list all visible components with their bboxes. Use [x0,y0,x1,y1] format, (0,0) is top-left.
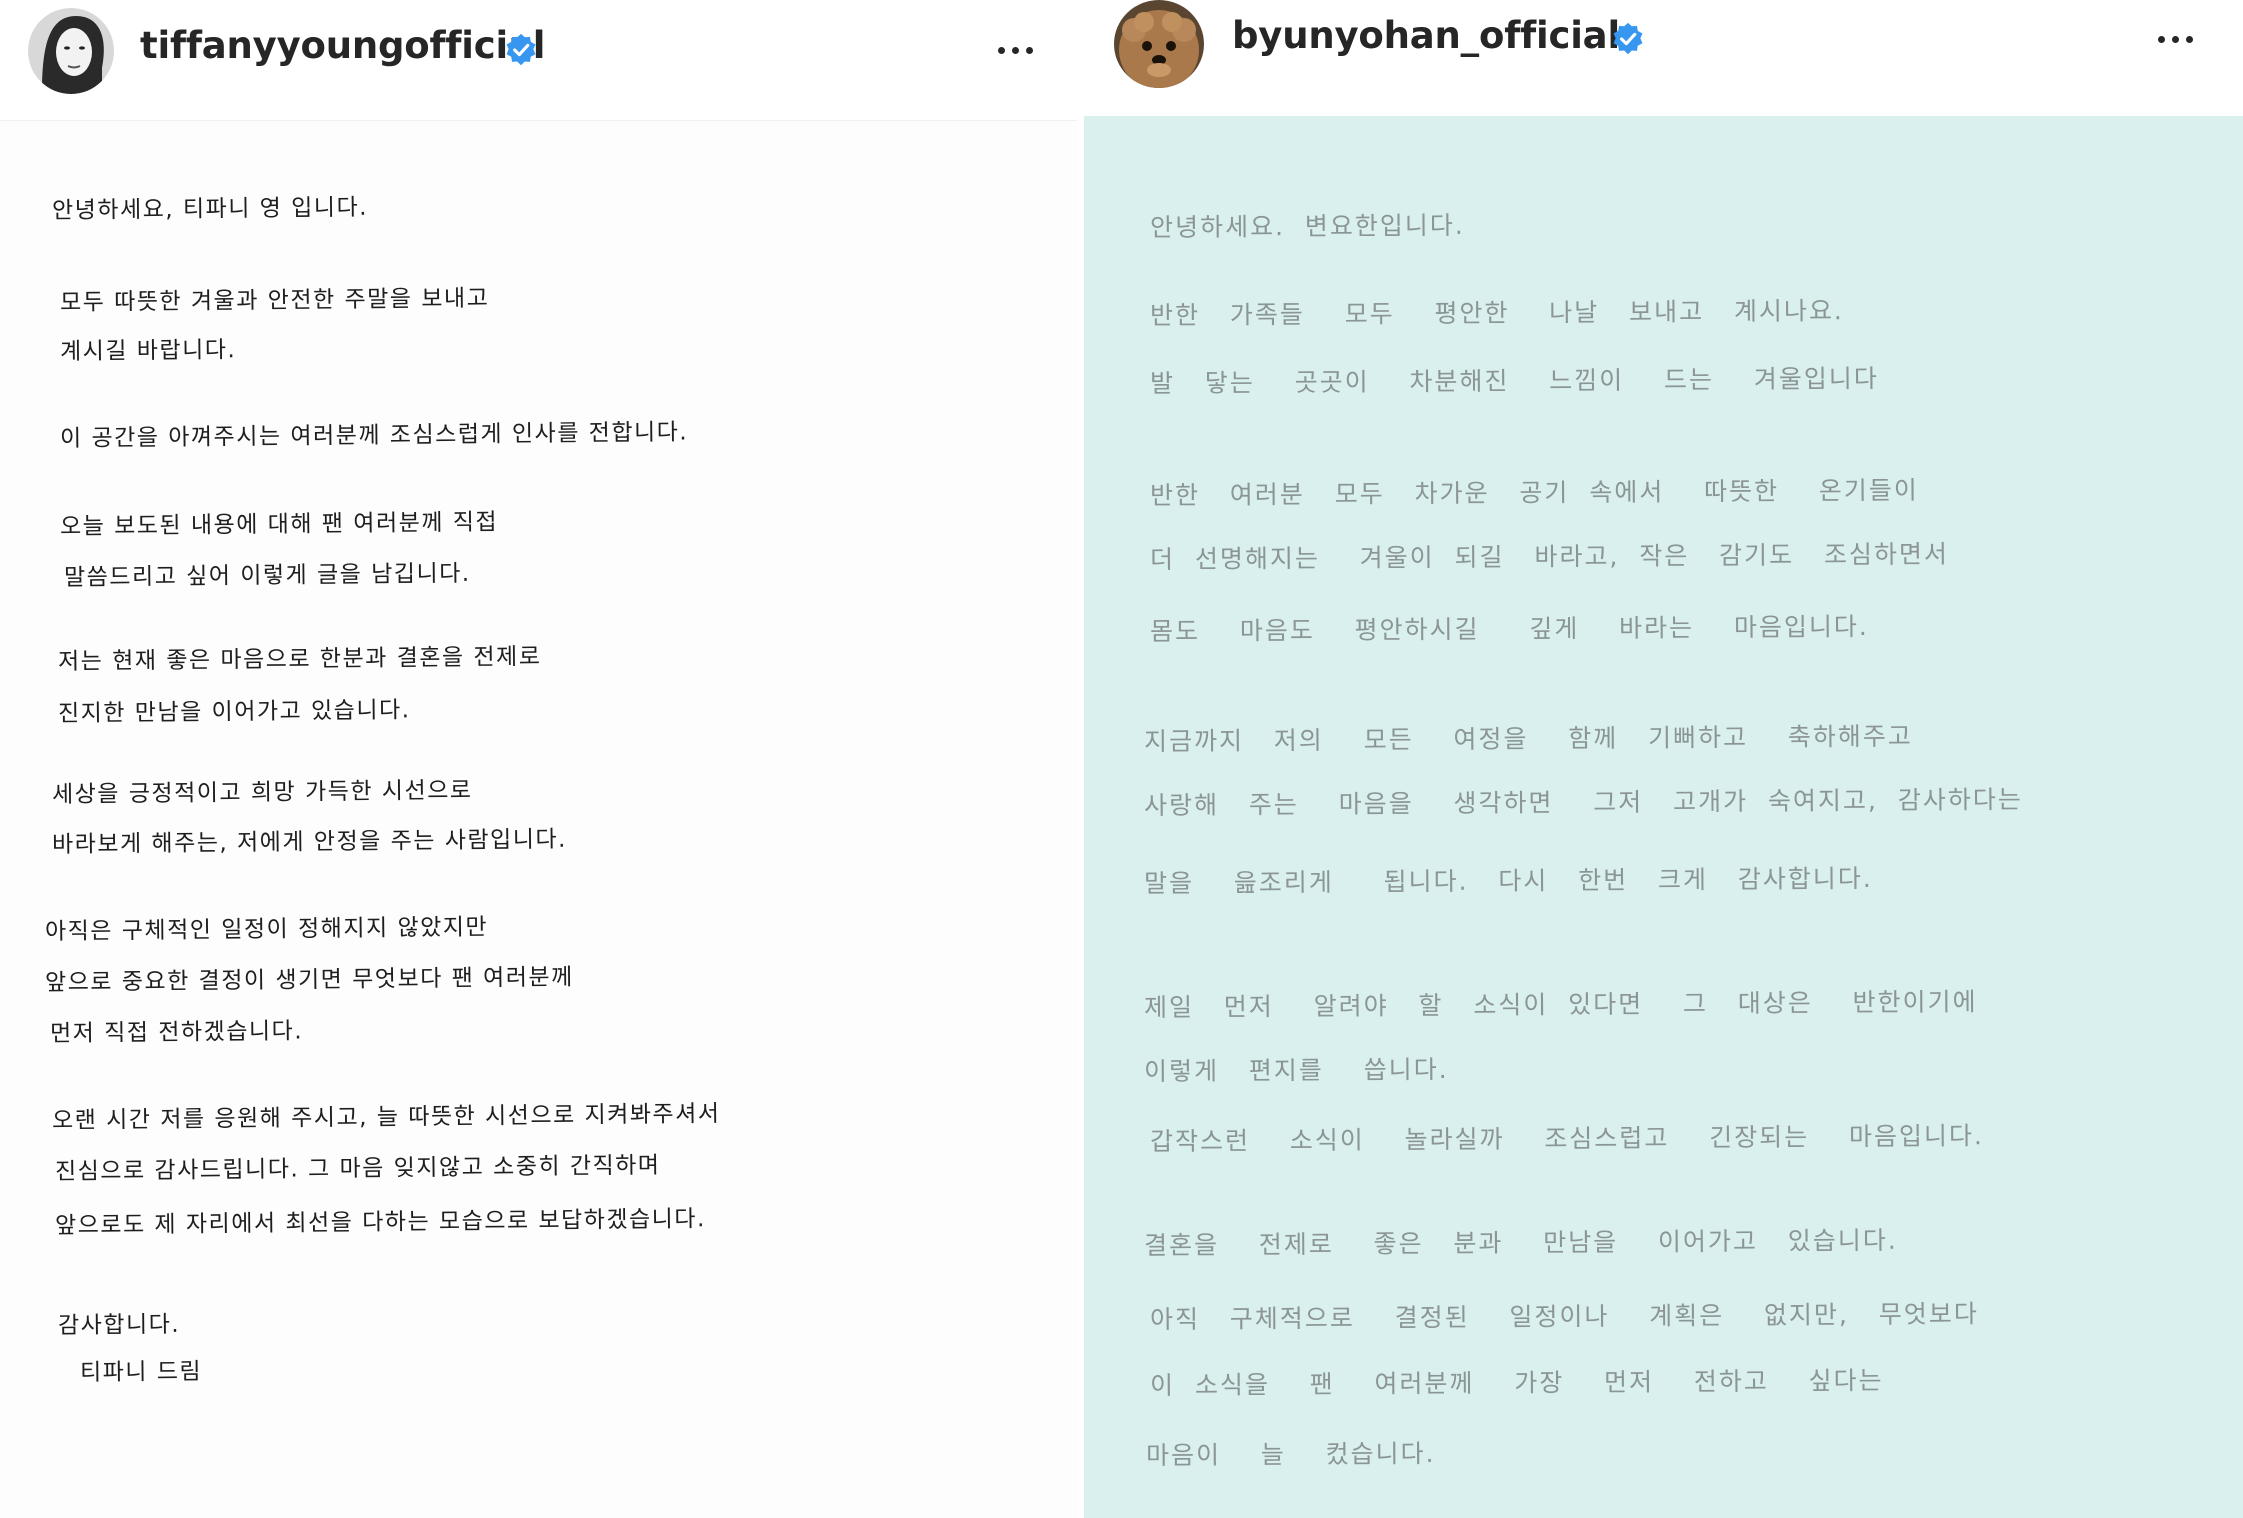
post-header: tiffanyyoungofficial [0,0,1077,121]
letter-line: 말씀드리고 싶어 이렇게 글을 남깁니다. [63,560,471,591]
letter-line: 세상을 긍정적이고 희망 가득한 시선으로 [51,777,473,808]
letter-line: 갑작스런 소식이 놀라실까 조심스럽고 긴장되는 마음입니다. [1149,1121,1984,1156]
letter-line: 오늘 보도된 내용에 대해 팬 여러분께 직접 [59,509,499,540]
letter-line: 모두 따뜻한 겨울과 안전한 주말을 보내고 [59,285,490,316]
letter-line: 반한 가족들 모두 평안한 나날 보내고 계시나요. [1149,296,1844,330]
letter-line: 이 공간을 아껴주시는 여러분께 조심스럽게 인사를 전합니다. [59,419,689,452]
avatar[interactable] [1114,0,1204,88]
right-post: byunyohan_official 안녕하세요. 변요한입니다. 반한 가족들… [1084,0,2243,1518]
letter-line: 지금까지 저의 모든 여정을 함께 기뻐하고 축하해주고 [1143,721,1913,756]
handwritten-letter: 안녕하세요. 변요한입니다. 반한 가족들 모두 평안한 나날 보내고 계시나요… [1084,116,2243,1518]
verified-badge-icon [1613,22,1643,55]
more-options-button[interactable] [998,40,1033,60]
letter-line: 감사합니다. [57,1311,181,1339]
letter-line: 계시길 바랍니다. [59,337,237,365]
letter-line: 말을 읊조리게 됩니다. 다시 한번 크게 감사합니다. [1143,863,1873,898]
post-header: byunyohan_official [1084,0,2243,118]
username[interactable]: byunyohan_official [1232,14,1620,57]
letter-line: 저는 현재 좋은 마음으로 한분과 결혼을 전제로 [57,643,542,675]
letter-line: 앞으로도 제 자리에서 최선을 다하는 모습으로 보답하겠습니다. [54,1206,706,1239]
letter-line: 아직은 구체적인 일정이 정해지지 않았지만 [44,914,489,945]
letter-line: 더 선명해지는 겨울이 되길 바라고, 작은 감기도 조심하면서 [1149,539,1950,574]
letter-line: 반한 여러분 모두 차가운 공기 속에서 따뜻한 온기들이 [1149,475,1919,510]
letter-line: 결혼을 전제로 좋은 분과 만남을 이어가고 있습니다. [1143,1225,1898,1260]
letter-line: 몸도 마음도 평안하시길 깊게 바라는 마음입니다. [1149,611,1869,646]
more-options-button[interactable] [2158,29,2193,49]
letter-line: 발 닿는 곳곳이 차분해진 느낌이 드는 겨울입니다 [1149,363,1879,398]
letter-line: 사랑해 주는 마음을 생각하면 그저 고개가 숙여지고, 감사하다는 [1143,784,2023,820]
letter-line: 앞으로 중요한 결정이 생기면 무엇보다 팬 여러분께 [44,964,574,996]
username[interactable]: tiffanyyoungofficial [140,24,545,67]
letter-line: 마음이 늘 컸습니다. [1145,1438,1436,1470]
letter-line: 진지한 만남을 이어가고 있습니다. [57,697,411,727]
left-post: tiffanyyoungofficial 안녕하세요, 티파니 영 입니다. 모… [0,0,1077,1518]
letter-line: 제일 먼저 알려야 할 소식이 있다면 그 대상은 반한이기에 [1143,987,1978,1022]
letter-line: 오랜 시간 저를 응원해 주시고, 늘 따뜻한 시선으로 지켜봐주셔서 [51,1101,721,1134]
letter-line: 티파니 드림 [79,1358,203,1386]
handwritten-letter: 안녕하세요, 티파니 영 입니다. 모두 따뜻한 겨울과 안전한 주말을 보내고… [0,121,1077,1518]
letter-line: 안녕하세요, 티파니 영 입니다. [51,194,369,224]
more-horizontal-icon [2158,35,2165,43]
avatar[interactable] [28,8,114,94]
letter-line: 진심으로 감사드립니다. 그 마음 잊지않고 소중히 간직하며 [54,1152,661,1185]
letter-line: 아직 구체적으로 결정된 일정이나 계획은 없지만, 무엇보다 [1149,1299,1979,1334]
letter-line: 바라보게 해주는, 저에게 안정을 주는 사람입니다. [51,826,568,858]
verified-badge-icon [506,33,536,66]
letter-line: 안녕하세요. 변요한입니다. [1149,210,1465,242]
letter-line: 먼저 직접 전하겠습니다. [49,1018,304,1047]
letter-line: 이 소식을 팬 여러분께 가장 먼저 전하고 싶다는 [1149,1365,1884,1400]
letter-line: 이렇게 편지를 씁니다. [1143,1054,1449,1086]
divider [1077,0,1084,1518]
more-horizontal-icon [998,46,1005,54]
